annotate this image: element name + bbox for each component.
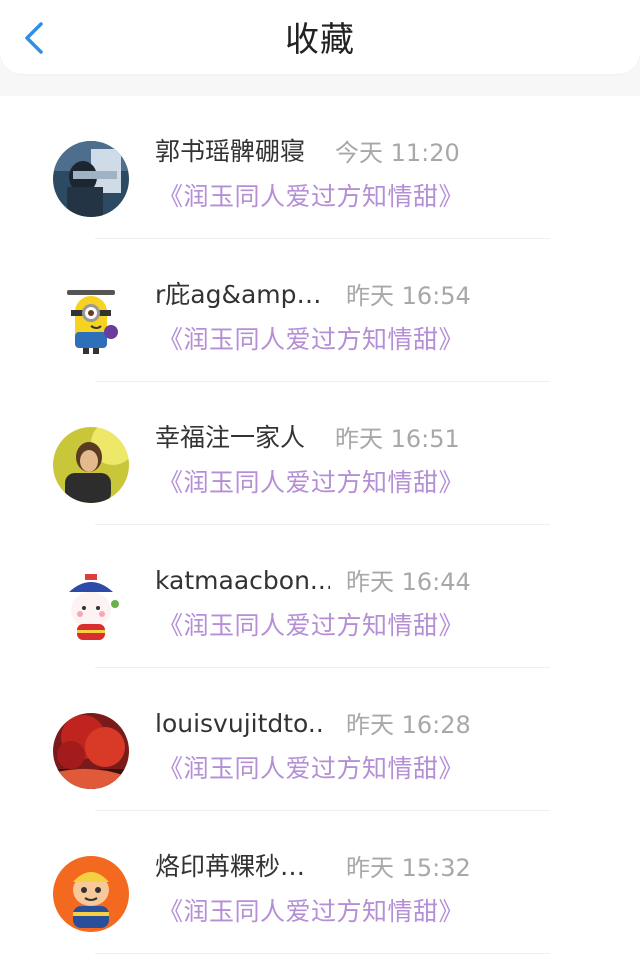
cartoon-avatar-icon <box>53 570 129 646</box>
page-title: 收藏 <box>285 20 355 60</box>
book-title-link[interactable]: 《润玉同人爱过方知情甜》 <box>158 753 464 785</box>
list-item[interactable]: 郭书瑶髀硼寝 今天 11:20 《润玉同人爱过方知情甜》 <box>0 96 640 239</box>
user-avatar[interactable] <box>53 570 129 646</box>
cartoon-avatar-icon <box>53 856 129 932</box>
user-name: louisvujitdto.. <box>155 709 324 738</box>
photo-avatar-icon <box>53 427 129 503</box>
list-item[interactable]: 幸福注一家人 昨天 16:51 《润玉同人爱过方知情甜》 <box>0 382 640 525</box>
red-tree-avatar-icon <box>53 713 129 789</box>
nav-header: 收藏 <box>0 0 640 74</box>
user-avatar[interactable] <box>53 856 129 932</box>
book-title-link[interactable]: 《润玉同人爱过方知情甜》 <box>158 467 464 499</box>
timestamp: 昨天 16:44 <box>346 568 471 596</box>
user-avatar[interactable] <box>53 713 129 789</box>
list-item[interactable]: 烙印苒粿秒… 昨天 15:32 《润玉同人爱过方知情甜》 <box>0 811 640 954</box>
user-avatar[interactable] <box>53 427 129 503</box>
list-item[interactable]: r庇ag&amp… 昨天 16:54 《润玉同人爱过方知情甜》 <box>0 239 640 382</box>
book-title-link[interactable]: 《润玉同人爱过方知情甜》 <box>158 896 464 928</box>
user-name: katmaacbon... <box>155 566 330 595</box>
photo-avatar-icon <box>53 141 129 217</box>
user-avatar[interactable] <box>53 284 129 360</box>
book-title-link[interactable]: 《润玉同人爱过方知情甜》 <box>158 181 464 213</box>
timestamp: 昨天 16:51 <box>335 425 460 453</box>
timestamp: 昨天 15:32 <box>346 854 471 882</box>
user-name: 幸福注一家人 <box>155 423 306 452</box>
user-name: r庇ag&amp… <box>155 280 322 309</box>
user-name: 烙印苒粿秒… <box>155 852 306 881</box>
user-name: 郭书瑶髀硼寝 <box>155 137 306 166</box>
timestamp: 昨天 16:28 <box>346 711 471 739</box>
list-item[interactable]: katmaacbon... 昨天 16:44 《润玉同人爱过方知情甜》 <box>0 525 640 668</box>
timestamp: 今天 11:20 <box>335 139 460 167</box>
timestamp: 昨天 16:54 <box>346 282 471 310</box>
user-avatar[interactable] <box>53 141 129 217</box>
favorites-list: 郭书瑶髀硼寝 今天 11:20 《润玉同人爱过方知情甜》 r庇ag&amp… 昨… <box>0 96 640 977</box>
divider <box>95 953 550 954</box>
book-title-link[interactable]: 《润玉同人爱过方知情甜》 <box>158 324 464 356</box>
minion-avatar-icon <box>53 284 129 360</box>
list-item[interactable]: louisvujitdto.. 昨天 16:28 《润玉同人爱过方知情甜》 <box>0 668 640 811</box>
book-title-link[interactable]: 《润玉同人爱过方知情甜》 <box>158 610 464 642</box>
